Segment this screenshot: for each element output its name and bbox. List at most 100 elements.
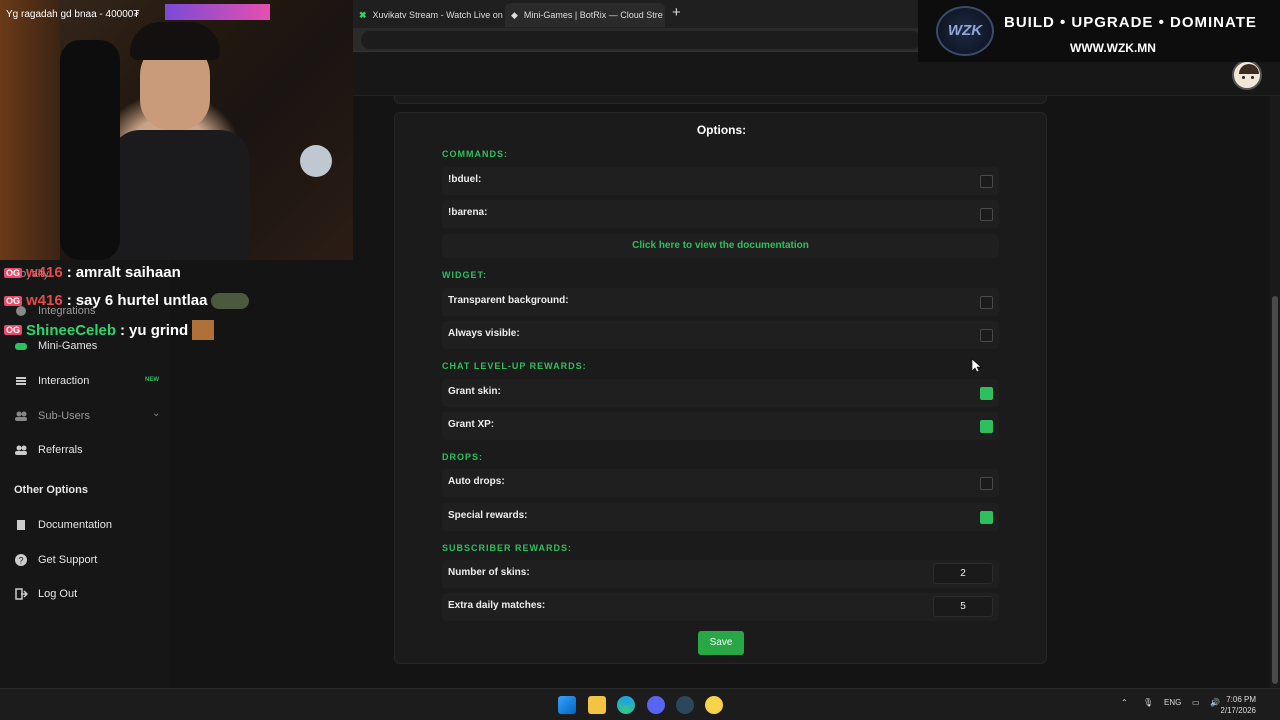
number-of-skins-input[interactable]: 2 [933,563,993,584]
windows-start-icon[interactable] [558,696,576,714]
option-label: Grant skin: [448,386,501,397]
option-row-grant-xp: Grant XP: [442,412,999,440]
barena-checkbox[interactable] [980,208,993,221]
botrix-icon: ◆ [511,9,518,20]
chat-username: w416 [26,264,63,281]
bduel-checkbox[interactable] [980,175,993,188]
steam-icon[interactable] [676,696,694,714]
page-scrollbar[interactable] [1270,96,1280,688]
banner-url: WWW.WZK.MN [1070,41,1156,55]
option-label: Number of skins: [448,567,530,578]
option-label: Special rewards: [448,510,528,521]
kick-icon: ✖ [359,9,367,20]
widget-header: WIDGET: [442,270,487,280]
stream-banner: WZK BUILD • UPGRADE • DOMINATE WWW.WZK.M… [918,0,1280,62]
avatar[interactable] [1232,60,1262,90]
sidebar-item-log-out[interactable]: Log Out [14,587,77,601]
option-row-bduel: !bduel: [442,167,999,195]
drops-header: DROPS: [442,452,484,462]
options-title: Options: [696,123,747,137]
discord-icon[interactable] [647,696,665,714]
levelup-header: CHAT LEVEL-UP REWARDS: [442,361,587,371]
chat-message: OG ShineeCeleb: yu grind [4,320,215,340]
wzk-logo: WZK [936,6,994,56]
options-panel: Options: COMMANDS: !bduel: !barena: Clic… [394,112,1047,664]
option-label: Auto drops: [448,476,505,487]
always-visible-checkbox[interactable] [980,329,993,342]
chat-message: OG w416: amralt saihaan [4,264,181,281]
url-field[interactable] [361,31,921,49]
grant-skin-checkbox[interactable] [980,387,993,400]
tab-mini-games[interactable]: ◆ Mini-Games | BotRix — Cloud Stre ✕ [505,3,665,27]
option-row-special-rewards: Special rewards: [442,503,999,531]
sidebar-item-label: Interaction [38,375,90,387]
volume-icon[interactable]: 🔊 [1210,698,1220,707]
app-icon[interactable] [705,696,723,714]
commands-header: COMMANDS: [442,149,508,159]
clock-time: 7:06 PM [1226,695,1256,704]
grant-xp-checkbox[interactable] [980,420,993,433]
tab-title: Mini-Games | BotRix — Cloud Stre [523,10,663,20]
option-label: Grant XP: [448,419,495,430]
chevron-down-icon[interactable]: ⌄ [152,408,160,419]
clock-date: 2/17/2026 [1220,706,1256,715]
save-button[interactable]: Save [698,631,744,655]
sidebar-item-label: Referrals [38,444,83,456]
webcam-text: Yg ragadah gd bnaa - 40000₮ [6,9,140,20]
chat-text: say 6 hurtel untlaa [75,292,208,309]
taskbar: ⌃ 🎙 ENG ▭ 🔊 7:06 PM 2/17/2026 [0,688,1280,720]
transparent-background-checkbox[interactable] [980,296,993,309]
language-indicator[interactable]: ENG [1164,698,1181,707]
option-label: Extra daily matches: [448,600,546,611]
sidebar-item-label: Get Support [38,554,98,566]
documentation-link[interactable]: Click here to view the documentation [442,234,999,258]
option-row-number-of-skins: Number of skins: 2 [442,560,999,588]
chat-text: amralt saihaan [75,264,181,281]
users-icon [15,411,27,421]
sidebar-item-label: Log Out [38,588,78,600]
extra-daily-matches-input[interactable]: 5 [933,596,993,617]
chat-badge-icon: OG [4,295,23,306]
file-explorer-icon[interactable] [588,696,606,714]
monitor-icon[interactable]: ▭ [1192,698,1200,707]
chat-username: ShineeCeleb [26,321,117,339]
chat-message: OG w416: say 6 hurtel untlaa [4,292,250,309]
sidebar-item-sub-users[interactable]: Sub-Users [14,409,90,423]
option-row-auto-drops: Auto drops: [442,469,999,497]
option-row-grant-skin: Grant skin: [442,379,999,407]
svg-text:?: ? [18,556,23,566]
tab-title: Xuvikatv Stream - Watch Live on K [372,10,503,20]
new-tab-icon[interactable]: + [672,4,681,21]
clock[interactable]: 7:06 PM 2/17/2026 [1220,694,1256,716]
banner-tagline: BUILD • UPGRADE • DOMINATE [1004,14,1257,31]
chat-badge-icon: OG [4,267,23,278]
option-row-barena: !barena: [442,200,999,228]
document-icon [17,520,25,530]
sidebar-item-label: Sub-Users [38,410,90,422]
logout-icon [15,588,28,600]
option-row-extra-daily-matches: Extra daily matches: 5 [442,593,999,621]
scrollbar-thumb[interactable] [1272,296,1278,684]
list-icon [16,377,26,385]
chevron-up-icon[interactable]: ⌃ [1121,698,1128,707]
sidebar-item-label: Documentation [38,519,112,531]
other-options-header: Other Options [14,484,88,496]
emote-icon [211,292,250,309]
chat-text: yu grind [129,321,189,339]
sidebar-item-interaction[interactable]: Interaction [14,374,89,388]
new-badge: NEW [145,377,159,383]
chat-username: w416 [26,292,63,309]
sidebar-item-get-support[interactable]: ? Get Support [14,553,97,567]
emote-icon [192,320,215,340]
sidebar-item-referrals[interactable]: Referrals [14,443,83,457]
auto-drops-checkbox[interactable] [980,477,993,490]
special-rewards-checkbox[interactable] [980,511,993,524]
edge-icon[interactable] [617,696,635,714]
option-label: Transparent background: [448,295,569,306]
option-row-transparent-background: Transparent background: [442,288,999,316]
microphone-icon[interactable]: 🎙 [1143,698,1153,707]
cursor-icon [972,359,982,373]
tab-xuvikatv[interactable]: ✖ Xuvikatv Stream - Watch Live on K ✕ [353,3,503,27]
help-icon: ? [15,554,27,566]
sidebar-item-documentation[interactable]: Documentation [14,518,112,532]
